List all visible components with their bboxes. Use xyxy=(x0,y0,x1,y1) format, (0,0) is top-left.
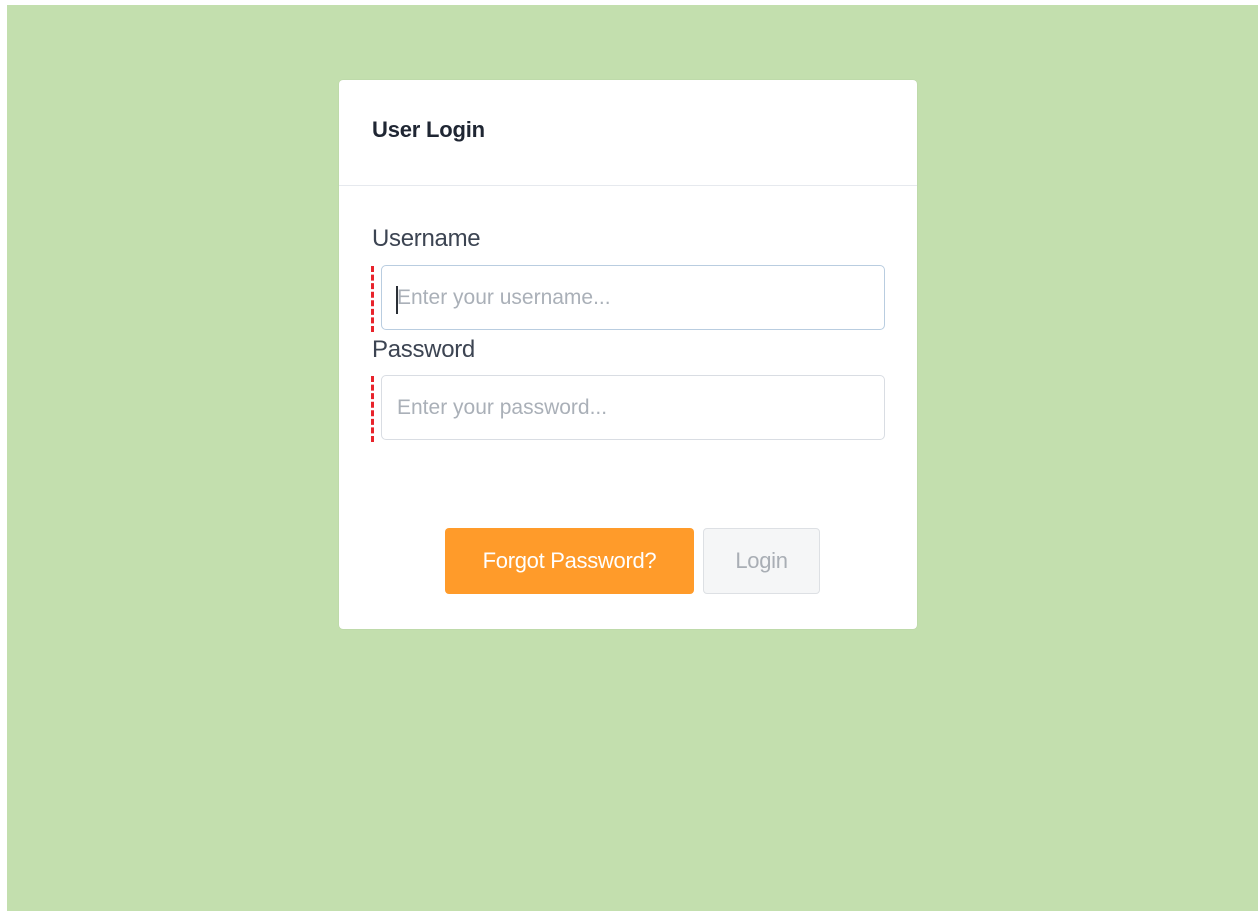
password-label: Password xyxy=(372,336,475,363)
card-title: User Login xyxy=(372,116,485,142)
username-label: Username xyxy=(372,225,481,252)
login-button[interactable]: Login xyxy=(703,528,820,594)
username-input[interactable] xyxy=(381,265,885,330)
page-background: User Login Username Password Forgot Pass… xyxy=(7,5,1258,911)
forgot-password-button[interactable]: Forgot Password? xyxy=(445,528,694,594)
password-input[interactable] xyxy=(381,375,885,440)
username-required-marker xyxy=(371,266,374,332)
login-card: User Login Username Password Forgot Pass… xyxy=(339,80,917,629)
card-header: User Login xyxy=(339,80,917,186)
text-caret xyxy=(396,286,398,314)
password-required-marker xyxy=(371,376,374,442)
